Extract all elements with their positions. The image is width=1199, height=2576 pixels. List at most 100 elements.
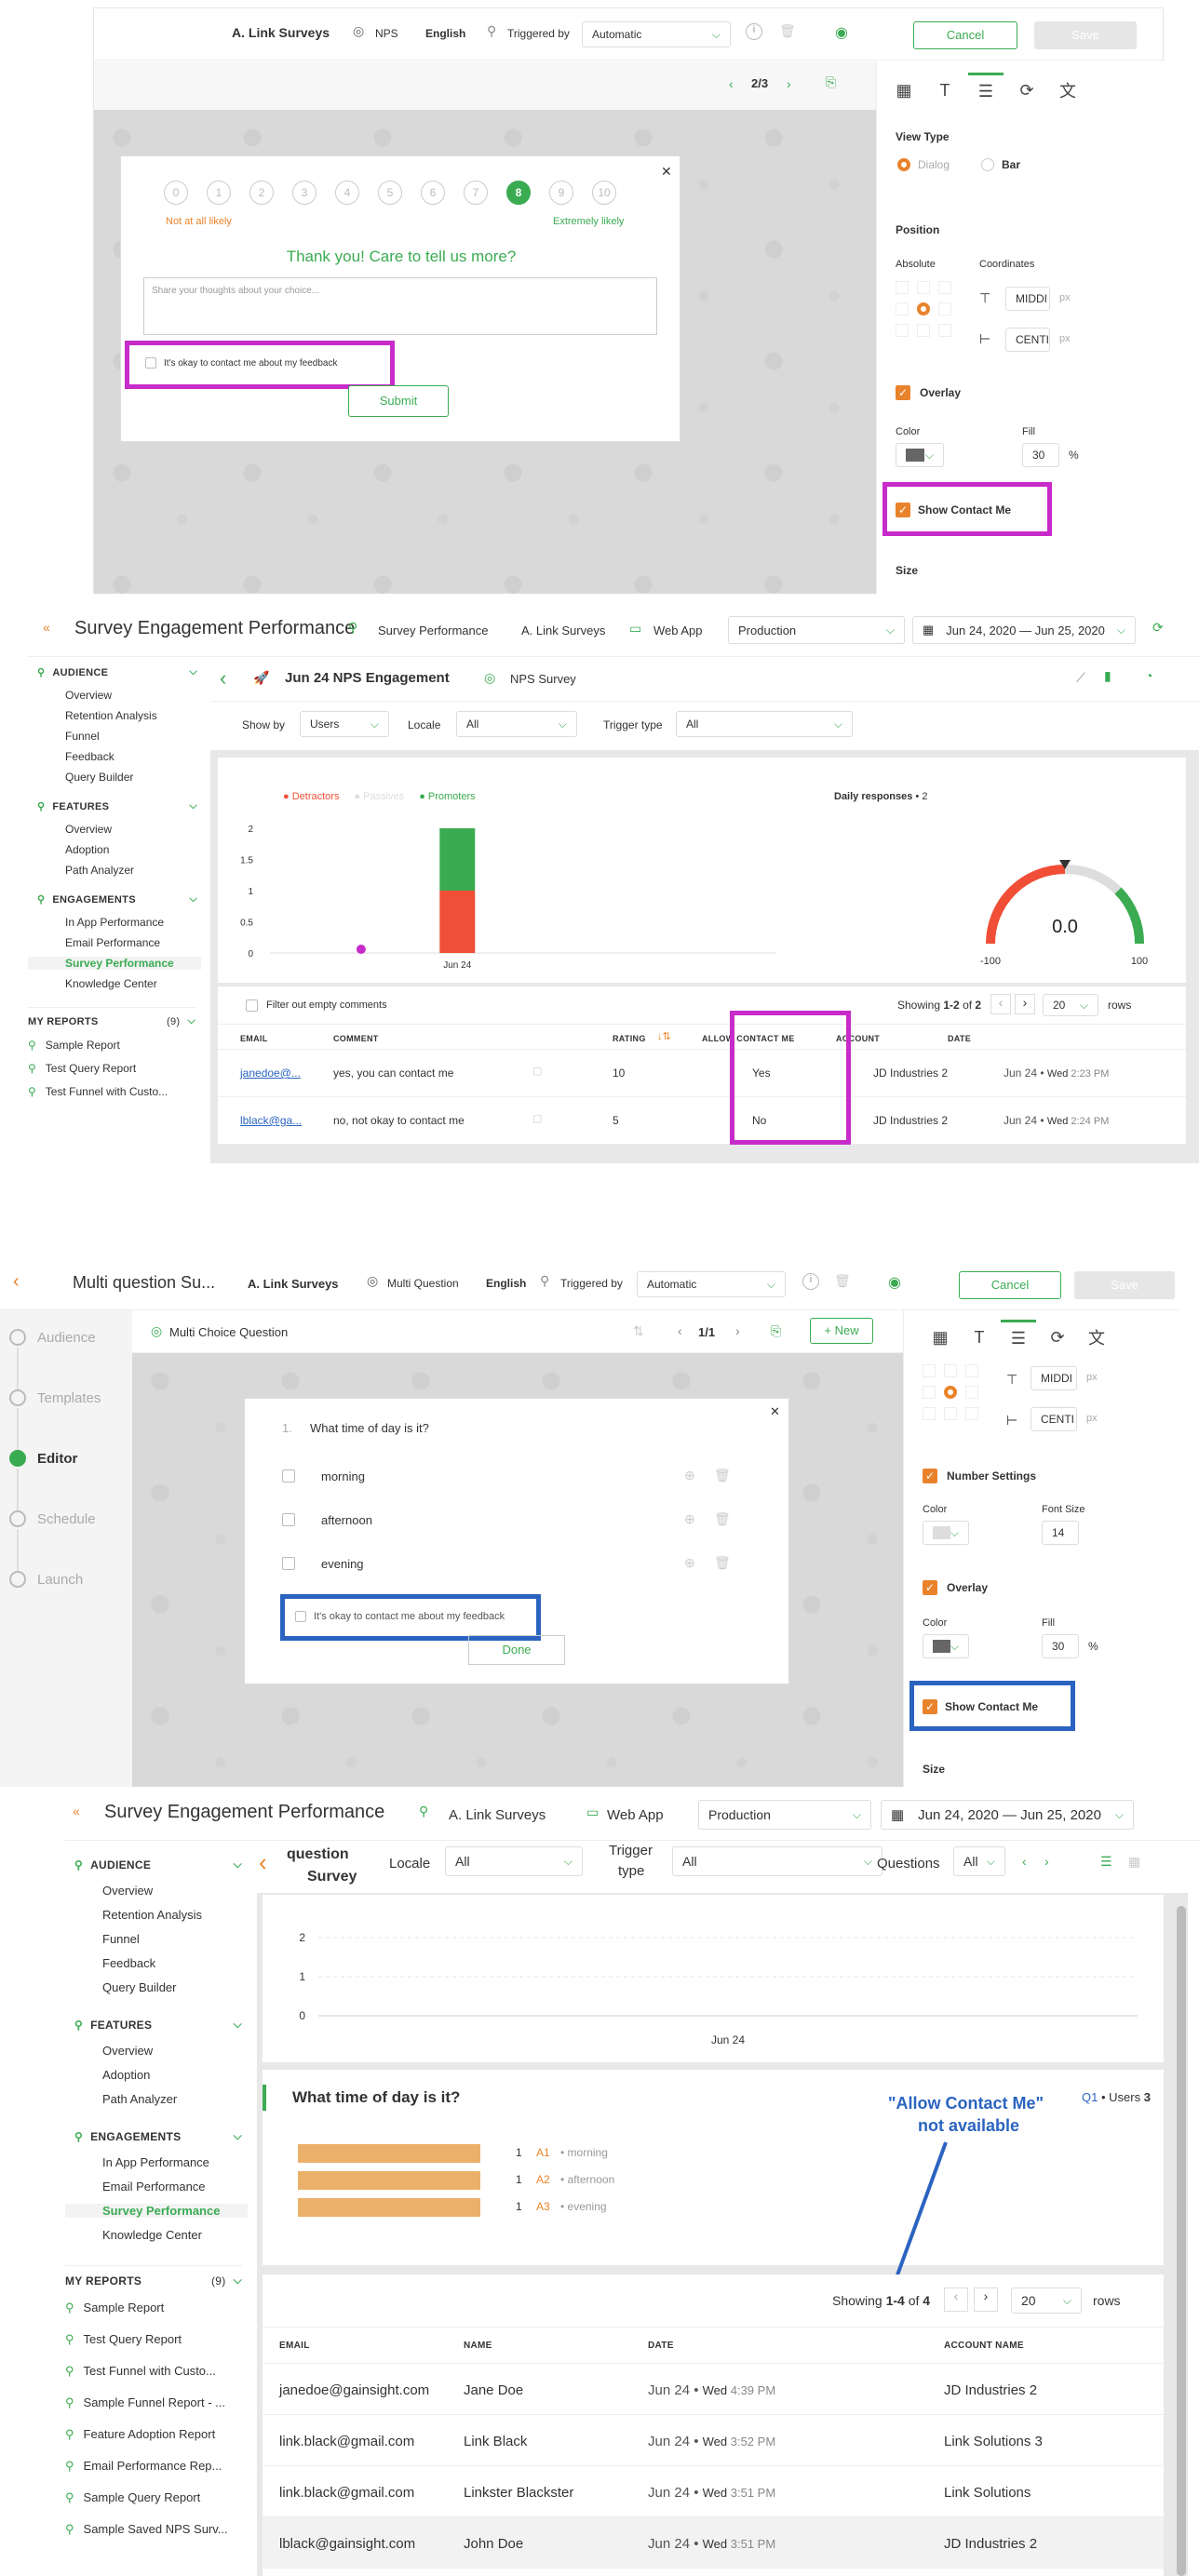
sidebar-item-overview[interactable]: Overview [28, 689, 201, 702]
sidebar-item-path-analyzer[interactable]: Path Analyzer [65, 2092, 248, 2106]
sidebar-section-engagements[interactable]: ⚲ ENGAGEMENTS ⌵ [37, 893, 197, 906]
prev-question-icon[interactable]: ‹ [1022, 1854, 1027, 1869]
sidebar-item-survey-performance[interactable]: Survey Performance [28, 957, 201, 970]
sidebar-item-funnel[interactable]: Funnel [28, 730, 201, 743]
next-question-icon[interactable]: › [1044, 1854, 1049, 1869]
table-row[interactable]: janedoe@gainsight.com Jane Doe Jun 24 • We… [263, 2364, 1164, 2415]
text-icon[interactable]: T [962, 1320, 997, 1355]
table-row[interactable]: link.black@gmail.com Linkster Blackster Ju… [263, 2466, 1164, 2517]
questions-select[interactable]: All ⌵ [953, 1846, 1005, 1876]
table-row[interactable]: lblack@ga... no, not okay to contact me ▢ 5… [218, 1097, 1186, 1145]
column-header[interactable]: EMAIL [279, 2341, 310, 2351]
sidebar-item-overview[interactable]: Overview [65, 2044, 248, 2058]
nps-score-point[interactable] [356, 945, 366, 954]
report-item[interactable]: ⚲ Sample Saved NPS Surv... [65, 2522, 228, 2537]
next-page-button[interactable]: › [1015, 994, 1035, 1014]
column-header[interactable]: RATING [613, 1034, 646, 1043]
report-item[interactable]: ⚲ Test Query Report [28, 1062, 136, 1075]
sidebar-item-query-builder[interactable]: Query Builder [28, 771, 201, 784]
new-button[interactable]: + New [810, 1318, 873, 1344]
back-icon[interactable]: ‹ [13, 1271, 20, 1293]
report-item[interactable]: ⚲ Feature Adoption Report [65, 2427, 215, 2442]
back-icon[interactable]: ‹ [220, 666, 226, 691]
column-header[interactable]: DATE [648, 2341, 674, 2351]
nps-score-5[interactable]: 5 [378, 181, 402, 205]
report-item[interactable]: ⚲ Sample Query Report [65, 2490, 200, 2505]
comment-icon[interactable]: ▢ [532, 1112, 542, 1124]
refresh-icon[interactable]: ⟳ [1152, 620, 1164, 636]
list-view-icon[interactable]: ☰ [1100, 1854, 1112, 1870]
sidebar-item-knowledge-center[interactable]: Knowledge Center [65, 2228, 248, 2242]
rows-select[interactable]: 20 ⌵ [1043, 994, 1098, 1016]
logic-icon[interactable]: ⟳ [1009, 73, 1044, 108]
sidebar-item-adoption[interactable]: Adoption [28, 843, 201, 856]
save-button[interactable]: Save [1074, 1271, 1175, 1299]
table-row[interactable]: janedoe@... yes, you can contact me ▢ 10 Yes… [218, 1050, 1186, 1097]
sort-icon[interactable]: ↓⇅ [657, 1030, 671, 1042]
trash-icon[interactable]: 🗑 [834, 1273, 851, 1289]
sidebar-item-knowledge-center[interactable]: Knowledge Center [28, 977, 201, 990]
step-audience[interactable]: Audience [37, 1330, 96, 1346]
trigger-type-select[interactable]: All ⌵ [672, 1846, 882, 1876]
sidebar-section-audience[interactable]: ⚲ AUDIENCE ⌵ [37, 666, 197, 678]
crumb-app[interactable]: Web App [653, 624, 703, 637]
report-item[interactable]: ⚲ Test Funnel with Custo... [65, 2364, 216, 2379]
chevron-left-icon[interactable]: ‹ [729, 76, 734, 91]
option-checkbox[interactable] [282, 1513, 295, 1526]
logic-icon[interactable]: ⟳ [1040, 1320, 1075, 1355]
prev-page-button[interactable]: ‹ [990, 994, 1011, 1014]
trash-icon[interactable]: 🗑 [779, 23, 796, 39]
nps-score-7[interactable]: 7 [464, 181, 488, 205]
nps-score-2[interactable]: 2 [249, 181, 274, 205]
move-icon[interactable]: ⇅ [633, 1323, 644, 1339]
cancel-button[interactable]: Cancel [913, 21, 1017, 49]
trigger-select[interactable]: Automatic ⌵ [582, 21, 731, 47]
report-item[interactable]: ⚲ Test Query Report [65, 2332, 182, 2347]
date-range-picker[interactable]: ▦ Jun 24, 2020 — Jun 25, 2020 ⌵ [881, 1800, 1134, 1830]
report-item[interactable]: ⚲ Sample Report [65, 2301, 164, 2315]
sidebar-item-feedback[interactable]: Feedback [65, 1956, 248, 1970]
sliders-icon[interactable]: ☰ [968, 73, 1004, 108]
fill-input[interactable]: 30 [1022, 443, 1059, 467]
option-row[interactable]: afternoon ⊕ 🗑 [273, 1508, 757, 1536]
table-row[interactable]: link.black@gmail.com Link Black Jun 24 • W… [263, 2415, 1164, 2466]
chevron-right-icon[interactable]: › [735, 1323, 740, 1338]
number-color-picker[interactable]: ⌵ [923, 1521, 969, 1545]
sidebar-item-retention-analysis[interactable]: Retention Analysis [65, 1908, 248, 1922]
fill-input[interactable]: 30 [1042, 1634, 1079, 1658]
sidebar-item-overview[interactable]: Overview [65, 1884, 248, 1898]
nps-score-3[interactable]: 3 [292, 181, 317, 205]
overlay-checkbox[interactable]: ✓ [923, 1580, 937, 1595]
nps-score-9[interactable]: 9 [549, 181, 573, 205]
crumb-survey-performance[interactable]: Survey Performance [378, 624, 489, 637]
sidebar-item-adoption[interactable]: Adoption [65, 2068, 248, 2082]
option-checkbox[interactable] [282, 1469, 295, 1483]
bar-detractors[interactable] [439, 891, 476, 953]
date-range-picker[interactable]: ▦ Jun 24, 2020 — Jun 25, 2020 ⌵ [912, 616, 1136, 644]
sidebar-section-my-reports[interactable]: MY REPORTS (9) ⌵ [65, 2265, 242, 2288]
collapse-icon[interactable]: « [73, 1804, 80, 1818]
text-icon[interactable]: T [927, 73, 963, 108]
sliders-icon[interactable]: ☰ [1001, 1320, 1036, 1355]
grid-icon[interactable]: ▦ [886, 73, 922, 108]
add-icon[interactable]: ⊕ [684, 1555, 695, 1571]
column-header[interactable]: ACCOUNT NAME [944, 2341, 1024, 2351]
feedback-textarea[interactable]: Share your thoughts about your choice... [143, 277, 657, 335]
coord-x-input[interactable]: CENTI [1005, 328, 1050, 352]
sidebar-section-features[interactable]: ⚲ FEATURES ⌵ [74, 2018, 242, 2032]
translate-icon[interactable]: 文 [1079, 1320, 1114, 1355]
overlay-checkbox[interactable]: ✓ [896, 385, 910, 400]
report-item[interactable]: ⚲ Sample Report [28, 1039, 120, 1052]
pie-icon[interactable]: ◔ [1145, 668, 1152, 683]
sidebar-item-path-analyzer[interactable]: Path Analyzer [28, 864, 201, 877]
sidebar-section-my-reports[interactable]: MY REPORTS (9) ⌵ [28, 1007, 195, 1027]
environment-select[interactable]: Production ⌵ [728, 616, 905, 644]
translate-icon[interactable]: 文 [1050, 73, 1085, 108]
contact-checkbox[interactable] [295, 1611, 306, 1622]
sidebar-item-email-performance[interactable]: Email Performance [28, 936, 201, 949]
preview-eye-icon[interactable]: ◉ [888, 1273, 901, 1292]
chevron-right-icon[interactable]: › [787, 76, 791, 91]
add-icon[interactable]: ⊕ [684, 1468, 695, 1483]
position-grid[interactable] [896, 281, 951, 337]
step-launch[interactable]: Launch [37, 1572, 83, 1588]
